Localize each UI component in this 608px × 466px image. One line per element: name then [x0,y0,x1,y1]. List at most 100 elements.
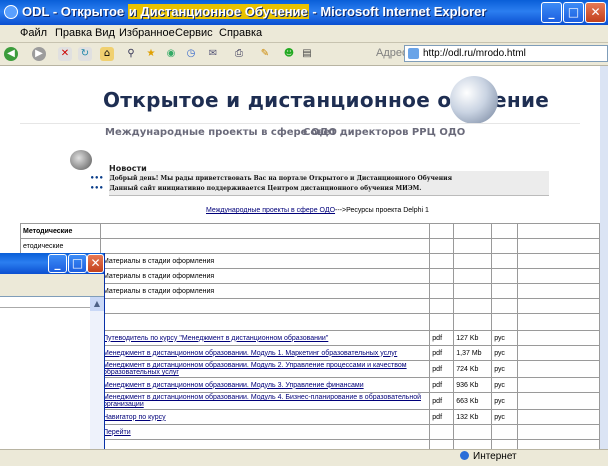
toolbar: ◀ ▶ ✕ ↻ ⌂ ⚲ ★ ◉ ◷ ✉ ⎙ ✎ ☻ ▤ Адрес http:/… [0,43,608,66]
row-size: 127 Kb [453,330,493,346]
row-lang: рус [491,345,519,361]
row-title[interactable]: Путеводитель по курсу "Менеджмент в дист… [99,330,431,346]
bg-maximize-button[interactable]: □ [68,254,87,273]
close-button[interactable]: ✕ [585,2,606,23]
menu-edit[interactable]: Правка [55,27,92,39]
row-extra [517,377,600,393]
menu-tools[interactable]: Сервис [175,27,213,39]
row-type: pdf [429,409,455,425]
table-row: ебник по енеджменту ОДО [20,313,600,331]
row-type: pdf [429,377,455,393]
address-url: http://odl.ru/mrodo.html [423,48,526,59]
menu-bar: Файл Правка Вид Избранное Сервис Справка [0,25,608,43]
row-title [99,223,431,239]
menu-help[interactable]: Справка [219,27,262,39]
bg-minimize-button[interactable]: _ [48,254,67,273]
menu-favorites[interactable]: Избранное [119,27,175,39]
row-size: 1,37 Mb [453,345,493,361]
row-extra [517,223,600,239]
background-window[interactable]: _ □ ✕ ▲ [0,253,105,465]
title-bar[interactable]: ODL - Открытое и Дистанционное Обучение … [0,0,608,25]
mail-icon[interactable]: ✉ [206,47,220,61]
row-type [429,283,455,299]
news-icon [70,150,92,170]
row-title[interactable]: Перейти [99,424,431,440]
stop-icon[interactable]: ✕ [58,47,72,61]
site-header: Открытое и дистанционное обучение Междун… [20,66,580,228]
vertical-scrollbar[interactable] [600,66,608,449]
row-extra [517,360,600,378]
bg-menu-bar [0,274,104,288]
history-icon[interactable]: ◷ [184,47,198,61]
row-lang [491,439,519,449]
forward-icon[interactable]: ▶ [32,47,46,61]
edit-icon[interactable]: ✎ [258,47,272,61]
row-type [429,439,455,449]
row-lang: рус [491,330,519,346]
row-extra [517,330,600,346]
home-icon[interactable]: ⌂ [100,47,114,61]
subtitle-council[interactable]: Совет директоров РРЦ ОДО [303,127,465,138]
row-extra [517,238,600,254]
row-type: pdf [429,392,455,410]
row-size [453,439,493,449]
bg-address-bar[interactable] [0,297,104,308]
row-size [453,298,493,314]
search-icon[interactable]: ⚲ [124,47,138,61]
favorites-icon[interactable]: ★ [144,47,158,61]
row-type: pdf [429,360,455,378]
status-bar: Интернет [0,449,608,466]
address-bar[interactable]: http://odl.ru/mrodo.html [404,45,608,62]
header-divider [20,123,580,124]
table-row: Навигатор по курсу pdf 132 Kb рус [20,409,600,425]
row-title[interactable]: Менеджмент в дистанционном образовании. … [99,360,431,378]
messenger-icon[interactable]: ☻ [282,47,296,61]
row-type: pdf [429,345,455,361]
row-type [429,238,455,254]
news-item: ••• Данный сайт инициативно поддерживаетс… [90,183,422,192]
minimize-button[interactable]: _ [541,2,562,23]
print-icon[interactable]: ⎙ [232,47,246,61]
breadcrumb: Международные проекты в сфере ОДО--->Рес… [206,207,429,214]
row-title: Материалы в стадии оформления [99,253,431,269]
row-title: Материалы в стадии оформления [99,283,431,299]
background-window-titlebar[interactable]: _ □ ✕ [0,253,104,274]
table-row: Менеджмент в дистанционном образовании. … [20,392,600,410]
row-title[interactable]: Менеджмент в дистанционном образовании. … [99,377,431,393]
table-row: Путеводитель по курсу "Менеджмент в дист… [20,330,600,346]
row-lang: рус [491,360,519,378]
row-extra [517,268,600,284]
menu-file[interactable]: Файл [20,27,47,39]
media-icon[interactable]: ◉ [164,47,178,61]
row-lang [491,223,519,239]
row-extra [517,424,600,440]
breadcrumb-link[interactable]: Международные проекты в сфере ОДО [206,207,335,214]
menu-view[interactable]: Вид [95,27,115,39]
row-size: 132 Kb [453,409,493,425]
table-row: Менеджмент в дистанционном образовании. … [20,345,600,361]
row-type [429,424,455,440]
maximize-button[interactable]: □ [563,2,584,23]
row-title[interactable]: Навигатор по курсу [99,409,431,425]
research-icon[interactable]: ▤ [300,47,314,61]
table-row: хнологииМатериалы в стадии оформления [20,283,600,299]
refresh-icon[interactable]: ↻ [78,47,92,61]
news-item: ••• Добрый день! Мы рады приветствовать В… [90,173,453,182]
row-type [429,298,455,314]
table-row: ототипы сетевых рсовПерейти [20,424,600,440]
row-title[interactable]: Менеджмент в дистанционном образовании. … [99,392,431,410]
row-type [429,223,455,239]
row-lang: рус [491,409,519,425]
address-label: Адрес [376,47,408,59]
bg-close-button[interactable]: ✕ [87,254,104,273]
bg-scrollbar[interactable]: ▲ [90,297,104,465]
row-title [99,298,431,314]
row-title[interactable]: Менеджмент в дистанционном образовании. … [99,345,431,361]
row-type: pdf [429,330,455,346]
row-extra [517,298,600,314]
back-icon[interactable]: ◀ [4,47,18,61]
window-title: ODL - Открытое и Дистанционное Обучение … [22,4,487,19]
scroll-up-icon[interactable]: ▲ [90,297,104,311]
table-row: Менеджмент в дистанционном образовании. … [20,377,600,393]
row-extra [517,345,600,361]
